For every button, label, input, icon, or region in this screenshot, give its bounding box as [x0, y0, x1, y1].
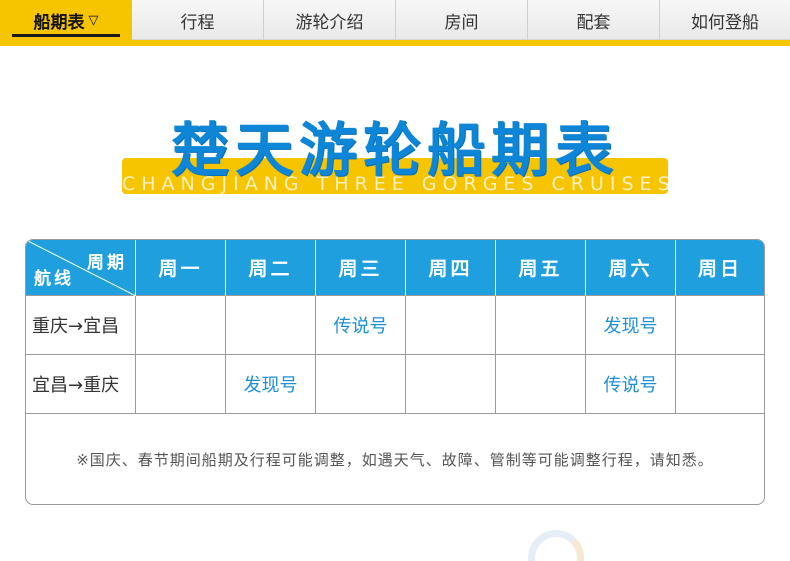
- schedule-cell: [676, 355, 764, 414]
- schedule-cell: 发现号: [226, 355, 316, 414]
- top-nav: 船期表 ▽ 行程 游轮介绍 房间 配套 如何登船: [0, 0, 790, 46]
- schedule-cell: [136, 296, 226, 355]
- day-header: 周四: [406, 240, 496, 296]
- table-row: 重庆→宜昌 传说号 发现号: [26, 296, 764, 355]
- schedule-cell: [226, 296, 316, 355]
- schedule-cell: 传说号: [586, 355, 676, 414]
- tab-label: 配套: [576, 12, 611, 33]
- day-header: 周三: [316, 240, 406, 296]
- route-cell: 宜昌→重庆: [26, 355, 136, 414]
- corner-label-period: 周期: [87, 253, 127, 273]
- schedule-cell: 传说号: [316, 296, 406, 355]
- table-header-row: 周期 航线 周一 周二 周三 周四 周五 周六 周日: [26, 240, 764, 296]
- schedule-cell: [406, 296, 496, 355]
- triangle-down-icon: ▽: [88, 12, 99, 28]
- page-subtitle: CHANGJIANG THREE GORGES CRUISES: [122, 173, 668, 195]
- tab-label: 游轮介绍: [295, 12, 364, 33]
- day-header: 周五: [496, 240, 586, 296]
- tab-cruise-intro[interactable]: 游轮介绍: [264, 0, 396, 40]
- schedule-table: 周期 航线 周一 周二 周三 周四 周五 周六 周日 重庆→宜昌 传说号 发现号…: [25, 239, 765, 505]
- table-corner-cell: 周期 航线: [26, 240, 136, 296]
- tab-label: 行程: [180, 12, 215, 33]
- schedule-cell: [496, 355, 586, 414]
- day-header: 周六: [586, 240, 676, 296]
- schedule-note: ※国庆、春节期间船期及行程可能调整，如遇天气、故障、管制等可能调整行程，请知悉。: [76, 450, 714, 469]
- page-title-block: 楚天游轮船期表 CHANGJIANG THREE GORGES CRUISES: [122, 108, 668, 198]
- corner-label-route: 航线: [34, 269, 74, 289]
- schedule-cell: [406, 355, 496, 414]
- active-tab-underline: [12, 34, 120, 37]
- day-header: 周一: [136, 240, 226, 296]
- tab-label: 房间: [444, 12, 479, 33]
- watermark-logo-icon: [528, 530, 584, 561]
- schedule-cell: [676, 296, 764, 355]
- tab-schedule-label: 船期表: [33, 12, 85, 33]
- schedule-cell: [136, 355, 226, 414]
- tab-rooms[interactable]: 房间: [396, 0, 528, 40]
- tab-how-to-board[interactable]: 如何登船: [660, 0, 790, 40]
- nav-tabs: 船期表 ▽ 行程 游轮介绍 房间 配套 如何登船: [0, 0, 790, 40]
- schedule-cell: 发现号: [586, 296, 676, 355]
- day-header: 周二: [226, 240, 316, 296]
- day-header: 周日: [676, 240, 764, 296]
- schedule-cell: [316, 355, 406, 414]
- nav-accent-strip: [0, 40, 790, 46]
- table-row: 宜昌→重庆 发现号 传说号: [26, 355, 764, 414]
- tab-schedule[interactable]: 船期表 ▽: [0, 0, 132, 40]
- tab-label: 如何登船: [691, 12, 759, 33]
- schedule-cell: [496, 296, 586, 355]
- tab-itinerary[interactable]: 行程: [132, 0, 264, 40]
- tab-facilities[interactable]: 配套: [528, 0, 660, 40]
- route-cell: 重庆→宜昌: [26, 296, 136, 355]
